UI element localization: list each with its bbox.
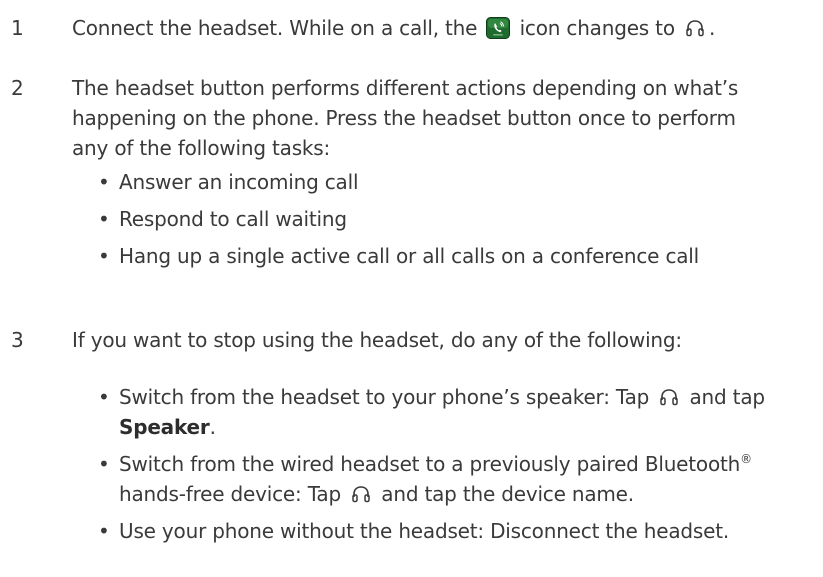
- list-item-text: Answer an incoming call: [119, 170, 359, 194]
- step-text: Connect the headset. While on a call, th…: [72, 13, 812, 43]
- list-item: • Switch from the wired headset to a pre…: [96, 449, 812, 509]
- list-item-text: Hang up a single active call or all call…: [119, 244, 700, 268]
- speaker-option-label: Speaker: [119, 415, 210, 439]
- instruction-page: 1 Connect the headset. While on a call, …: [0, 0, 823, 577]
- list-item: • Switch from the headset to your phone’…: [96, 382, 812, 442]
- list-item-text: .: [209, 415, 216, 439]
- bullet-marker: •: [98, 207, 110, 231]
- registered-mark: ®: [740, 452, 752, 466]
- list-item: • Respond to call waiting: [96, 204, 812, 234]
- step-3-bullet-list: • Switch from the headset to your phone’…: [96, 382, 812, 546]
- list-item-text: hands-free device: Tap: [119, 482, 348, 506]
- list-item-text: Switch from the wired headset to a previ…: [119, 452, 741, 476]
- list-item-text: and tap: [683, 385, 766, 409]
- step-number: 2: [11, 76, 24, 100]
- list-item-text: Respond to call waiting: [119, 207, 347, 231]
- headset-icon: [685, 15, 705, 37]
- bullet-marker: •: [98, 452, 110, 476]
- bullet-marker: •: [98, 385, 110, 409]
- step-number: 1: [11, 16, 24, 40]
- bullet-marker: •: [98, 519, 110, 543]
- headset-icon: [351, 481, 371, 503]
- step-1-text-part: Connect the headset. While on a call, th…: [72, 16, 484, 40]
- bullet-marker: •: [98, 170, 110, 194]
- list-item-text: and tap the device name.: [375, 482, 634, 506]
- headset-icon: [659, 384, 679, 406]
- list-item: • Answer an incoming call: [96, 167, 812, 197]
- step-2-bullet-list: • Answer an incoming call • Respond to c…: [96, 167, 812, 271]
- list-item-text: Switch from the headset to your phone’s …: [119, 385, 656, 409]
- step-1-text-part: icon changes to: [513, 16, 682, 40]
- step-1-text-part: .: [709, 16, 716, 40]
- step-number: 3: [11, 328, 24, 352]
- list-item: • Use your phone without the headset: Di…: [96, 516, 812, 546]
- step-text: The headset button performs different ac…: [72, 76, 739, 160]
- list-item: • Hang up a single active call or all ca…: [96, 241, 812, 271]
- step-text: If you want to stop using the headset, d…: [72, 328, 682, 352]
- bullet-marker: •: [98, 244, 110, 268]
- list-item-text: Use your phone without the headset: Disc…: [119, 519, 730, 543]
- phone-call-icon: [486, 17, 511, 39]
